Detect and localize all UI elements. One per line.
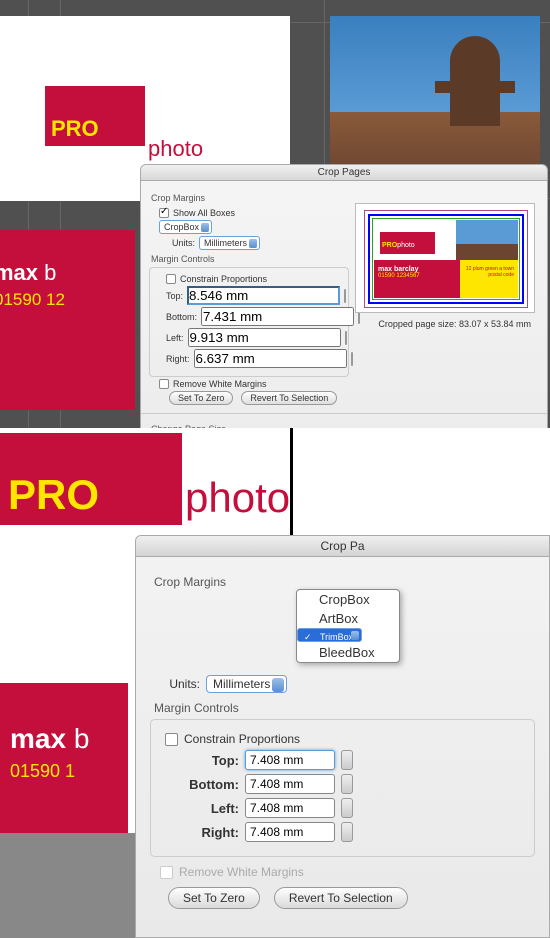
business-card-back: max b 01590 12 <box>0 230 135 410</box>
logo-pro-text: PRO <box>51 116 99 142</box>
crop-margins-label2: Crop Margins <box>154 575 535 589</box>
margin-controls-group2: Constrain Proportions Top: Bottom: Left:… <box>150 719 535 857</box>
sculpture-shape <box>450 36 500 126</box>
left-stepper2[interactable] <box>341 798 353 818</box>
show-all-boxes-label: Show All Boxes <box>173 208 235 218</box>
set-to-zero-button[interactable]: Set To Zero <box>169 391 233 405</box>
preview-addr-block: 12 plum green a town postal code <box>460 260 518 298</box>
right-input[interactable] <box>194 349 347 368</box>
design-canvas-top: PRO photo max b 01590 12 Crop Pages Crop… <box>0 0 550 428</box>
crop-pages-dialog-zoom: Crop Pa Crop Margins CropBox ArtBox Trim… <box>135 535 550 938</box>
units-label2: Units: <box>160 677 200 691</box>
left-label2: Left: <box>183 801 239 816</box>
remove-white-checkbox[interactable] <box>159 379 169 389</box>
card-phone: 01590 12 <box>0 290 121 310</box>
dd-trimbox[interactable]: TrimBox <box>297 628 362 642</box>
bottom-stepper2[interactable] <box>341 774 353 794</box>
left-stepper[interactable] <box>345 331 347 345</box>
photo-thumbnail <box>330 16 540 176</box>
right-input2[interactable] <box>245 822 335 842</box>
bottom-label: Bottom: <box>166 312 197 322</box>
top-label: Top: <box>166 291 183 301</box>
logo-photo-text: photo <box>148 136 203 162</box>
top-stepper2[interactable] <box>341 750 353 770</box>
bottom-label2: Bottom: <box>183 777 239 792</box>
logo-photo-large: photo <box>185 474 290 522</box>
margin-controls-label2: Margin Controls <box>154 701 535 715</box>
margin-controls-label: Margin Controls <box>151 254 349 264</box>
constrain-label2: Constrain Proportions <box>184 732 300 746</box>
constrain-checkbox2[interactable] <box>165 733 178 746</box>
dd-artbox[interactable]: ArtBox <box>297 609 399 628</box>
crop-margins-label: Crop Margins <box>151 193 539 203</box>
units-label: Units: <box>159 238 195 248</box>
dd-cropbox[interactable]: CropBox <box>297 590 399 609</box>
preview-name-block: max barclay01590 1234567 <box>374 260 462 298</box>
box-type-dropdown[interactable]: CropBox ArtBox TrimBox BleedBox <box>296 589 400 663</box>
right-label: Right: <box>166 354 190 364</box>
card-name: max b <box>0 260 121 286</box>
set-to-zero-button2[interactable]: Set To Zero <box>168 887 260 909</box>
logo-box: PRO <box>45 86 145 146</box>
units-select[interactable]: Millimeters <box>199 236 260 250</box>
card-back-large: max b 01590 1 <box>0 683 128 833</box>
remove-white-checkbox2 <box>160 866 173 879</box>
design-canvas-bottom: PRO photo max b 01590 1 Crop Pa Crop Mar… <box>0 428 550 833</box>
top-input[interactable] <box>187 286 340 305</box>
box-type-select[interactable]: CropBox <box>159 220 212 234</box>
constrain-checkbox[interactable] <box>166 274 176 284</box>
revert-button2[interactable]: Revert To Selection <box>274 887 408 909</box>
dd-bleedbox[interactable]: BleedBox <box>297 643 399 662</box>
show-all-boxes-checkbox[interactable] <box>159 208 169 218</box>
right-stepper[interactable] <box>351 352 353 366</box>
logo-box-large: PRO <box>0 433 182 525</box>
revert-button[interactable]: Revert To Selection <box>241 391 337 405</box>
bottom-input[interactable] <box>201 307 354 326</box>
left-input2[interactable] <box>245 798 335 818</box>
top-stepper[interactable] <box>344 289 346 303</box>
margin-controls-group: Constrain Proportions Top: Bottom: Left:… <box>149 267 349 377</box>
right-label2: Right: <box>183 825 239 840</box>
dialog-title: Crop Pages <box>141 165 547 181</box>
top-input2[interactable] <box>245 750 335 770</box>
right-stepper2[interactable] <box>341 822 353 842</box>
logo-pro-large: PRO <box>8 471 99 519</box>
left-label: Left: <box>166 333 184 343</box>
preview-photo <box>456 220 518 260</box>
bottom-input2[interactable] <box>245 774 335 794</box>
units-select2[interactable]: Millimeters <box>206 675 287 693</box>
crop-preview: PROphoto max barclay01590 1234567 12 plu… <box>355 203 535 313</box>
card-phone-large: 01590 1 <box>10 761 118 782</box>
dialog2-title: Crop Pa <box>136 536 549 557</box>
left-input[interactable] <box>188 328 341 347</box>
preview-logo: PROphoto <box>380 232 435 254</box>
card-name-large: max b <box>10 723 118 755</box>
cropped-size-text: Cropped page size: 83.07 x 53.84 mm <box>378 319 531 329</box>
remove-white-label: Remove White Margins <box>173 379 267 389</box>
preview-card: PROphoto max barclay01590 1234567 12 plu… <box>368 214 524 304</box>
top-label2: Top: <box>183 753 239 768</box>
constrain-label: Constrain Proportions <box>180 274 267 284</box>
remove-white-label2: Remove White Margins <box>179 865 304 879</box>
